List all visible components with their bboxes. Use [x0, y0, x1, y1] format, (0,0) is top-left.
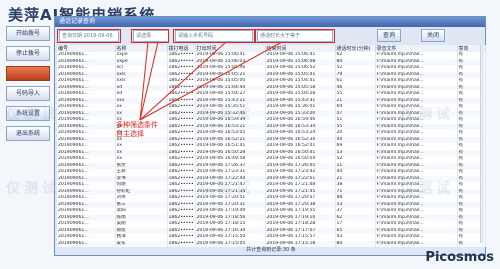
- query-button[interactable]: 查询: [377, 29, 401, 42]
- sidebar-item-stop-dial[interactable]: 停止拨号: [6, 46, 50, 61]
- table-row[interactable]: 201909061... xcl 1862••••• 2019-09-06 15:05…: [57, 65, 486, 72]
- table-row[interactable]: 201909061... 何晓 1862••••• 2019-09-06 17:21:…: [57, 182, 486, 189]
- column-header[interactable]: 录音文件: [375, 45, 458, 52]
- highlight-box-phone: [173, 29, 255, 43]
- table-cell: 1862•••••: [167, 52, 196, 59]
- table-cell: 1862•••••: [167, 91, 196, 98]
- table-cell: 1862•••••: [167, 78, 196, 85]
- column-header[interactable]: 打出时间: [195, 45, 266, 52]
- annotation-text: 多种筛选条件 自主选择: [116, 121, 158, 139]
- brand-logo-text: Picosmos: [425, 250, 494, 265]
- table-row[interactable]: 201909061... xx 1862••••• 2019-09-06 16:49:…: [57, 156, 486, 163]
- table-cell: 1862•••••: [167, 208, 196, 215]
- table-row[interactable]: 201909061... xxpe 1862••••• 2019-09-06 15:0…: [57, 52, 486, 59]
- table-cell: 1862•••••: [167, 130, 196, 137]
- watermark: 仅测试: [6, 181, 60, 197]
- status-bar: 共计查询到记录:30 条: [246, 247, 296, 253]
- table-body: 201909061... xxpe 1862••••• 2019-09-06 15:0…: [57, 52, 486, 247]
- highlight-box-duration: [255, 29, 335, 43]
- column-header[interactable]: 结束时间: [265, 45, 336, 52]
- highlight-box-date: [57, 29, 121, 43]
- sidebar-item-import[interactable]: 号码导入: [6, 86, 50, 101]
- sidebar-item-start-dial[interactable]: 开始拨号: [6, 26, 50, 41]
- table-cell: 1862•••••: [167, 221, 196, 228]
- sidebar-item-active[interactable]: [6, 66, 50, 81]
- table-row[interactable]: 201909061... xxls 1862••••• 2019-09-06 15:0…: [57, 78, 486, 85]
- table-row[interactable]: 201909061... xd 1862••••• 2019-09-06 15:04:…: [57, 91, 486, 98]
- table-row[interactable]: 201909061... 王菲 1862••••• 2019-09-06 17:23:…: [57, 169, 486, 176]
- column-header[interactable]: 名称: [115, 45, 168, 52]
- table-cell: 1862•••••: [167, 117, 196, 124]
- table-cell: 1862•••••: [167, 195, 196, 202]
- close-button[interactable]: 关闭: [421, 29, 445, 42]
- table-cell: 1862•••••: [167, 234, 196, 241]
- table-row[interactable]: 201909061... 杨洋 1862••••• 2019-09-06 17:15:…: [57, 234, 486, 241]
- app-root: 美萍AI智能电销系统 开始拨号 停止拨号 号码导入 系统设置 退出系统 通话记录…: [0, 0, 500, 269]
- table-cell: 1862•••••: [167, 156, 196, 163]
- table-row[interactable]: 201909061... 吴刚 1862••••• 2019-09-06 17:18:…: [57, 221, 486, 228]
- vertical-scrollbar[interactable]: [480, 45, 484, 243]
- table-cell: 1862•••••: [167, 182, 196, 189]
- call-records-table: 编号 名称 拨打电话 打出时间 结束时间 通话时长(分钟) 录音文件 意向 201909061…: [57, 45, 486, 247]
- column-header[interactable]: 拨打电话: [167, 45, 196, 52]
- table-cell: 1862•••••: [167, 143, 196, 150]
- table-cell: 1862•••••: [167, 104, 196, 111]
- sidebar-item-settings[interactable]: 系统设置: [6, 106, 50, 121]
- column-header[interactable]: 编号: [57, 45, 116, 52]
- table-row[interactable]: 201909061... 刘伟 1862••••• 2019-09-06 17:20:…: [57, 195, 486, 202]
- table-header: 编号 名称 拨打电话 打出时间 结束时间 通话时长(分钟) 录音文件 意向: [57, 45, 486, 52]
- window-title: 通话记录查询: [55, 17, 485, 27]
- sidebar-item-exit[interactable]: 退出系统: [6, 126, 50, 141]
- table-row[interactable]: 201909061... xx 1862••••• 2019-09-06 15:35:…: [57, 104, 486, 111]
- table-cell: 1862•••••: [167, 169, 196, 176]
- highlight-box-category: [131, 29, 169, 43]
- table-row[interactable]: 201909061... 李四 1862••••• 2019-09-06 17:19:…: [57, 208, 486, 215]
- annotation-line-1: 多种筛选条件: [116, 121, 158, 129]
- table-row[interactable]: 201909061... xx 1862••••• 2019-09-06 16:51:…: [57, 143, 486, 150]
- column-header[interactable]: 通话时长(分钟): [335, 45, 376, 52]
- sidebar: 开始拨号 停止拨号 号码导入 系统设置 退出系统: [6, 26, 52, 146]
- annotation-line-2: 自主选择: [116, 130, 144, 138]
- table-cell: 1862•••••: [167, 65, 196, 72]
